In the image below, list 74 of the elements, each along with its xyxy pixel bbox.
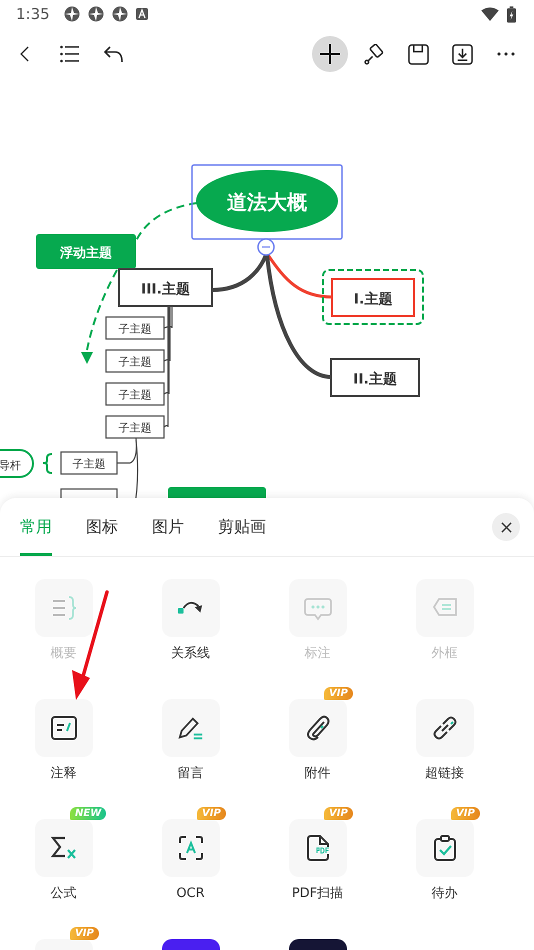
subtopic-node[interactable] — [105, 415, 165, 439]
notification-icon — [64, 6, 80, 22]
badge: VIP — [70, 927, 99, 940]
tool-tile[interactable] — [162, 579, 220, 637]
collapse-icon[interactable] — [257, 238, 275, 256]
tool-tile[interactable] — [288, 699, 346, 757]
tool-label: PDF扫描 — [292, 885, 344, 903]
download-icon — [452, 44, 472, 64]
tool-tile[interactable] — [162, 819, 220, 877]
notification-icon — [88, 6, 104, 22]
topic-label: II.主题 — [353, 372, 397, 388]
app-icon — [136, 8, 148, 20]
undo-icon — [103, 45, 125, 63]
tool-tile[interactable] — [416, 819, 474, 877]
tool-label: 留言 — [178, 765, 204, 783]
tool-tile[interactable] — [34, 819, 92, 877]
more-icon — [497, 52, 515, 56]
tool-tile[interactable] — [162, 699, 220, 757]
central-topic-label: 道法大概 — [227, 190, 307, 214]
subtopic-node[interactable] — [60, 451, 118, 475]
topic-node[interactable] — [118, 268, 213, 307]
subtopic-label: 子主题 — [118, 388, 152, 402]
tool-tile[interactable] — [416, 579, 474, 637]
subtopic-node[interactable] — [105, 382, 165, 406]
topic-node[interactable] — [330, 358, 420, 397]
tool-label: 外框 — [432, 645, 458, 663]
tool-tile[interactable] — [34, 579, 92, 637]
badge: VIP — [451, 807, 480, 820]
wifi-icon — [481, 7, 499, 21]
paint-roller-icon — [364, 44, 384, 64]
tool-label: 附件 — [304, 765, 330, 783]
central-topic[interactable] — [196, 170, 338, 232]
tool-label: 公式 — [50, 885, 76, 903]
subtopic-node[interactable] — [105, 316, 165, 340]
tab[interactable]: 图标 — [86, 498, 118, 556]
badge: VIP — [324, 807, 353, 820]
tab[interactable]: 剪贴画 — [218, 498, 266, 556]
subtopic-label: 子主题 — [118, 422, 152, 434]
topic-label: III.主题 — [141, 282, 190, 298]
subtopic-label: 子主题 — [118, 322, 152, 336]
notification-icon — [112, 6, 128, 22]
list-icon — [60, 45, 80, 63]
tab[interactable]: 图片 — [152, 498, 184, 556]
tool-label: 关系线 — [171, 645, 210, 663]
tool-label: 标注 — [304, 645, 330, 663]
label-node[interactable] — [0, 449, 34, 478]
tool-label: 超链接 — [425, 765, 464, 783]
link-icon — [430, 714, 458, 742]
tool-label: 待办 — [432, 885, 458, 903]
tool-tile[interactable] — [416, 699, 474, 757]
badge: NEW — [70, 807, 106, 820]
plus-icon — [319, 43, 341, 65]
tool-label: 概要 — [50, 645, 76, 663]
tool-tile[interactable] — [34, 699, 92, 757]
badge: VIP — [197, 807, 226, 820]
subtopic-label: 子主题 — [72, 458, 106, 470]
tool-tile[interactable] — [288, 819, 346, 877]
tool-tile[interactable] — [288, 579, 346, 637]
bracket-icon — [42, 453, 52, 474]
subtopic-label: 子主题 — [118, 356, 152, 368]
close-button[interactable] — [492, 513, 520, 541]
note-icon — [50, 714, 78, 742]
subtopic-node[interactable] — [105, 349, 165, 373]
close-icon — [500, 522, 512, 532]
tool-label: 注释 — [50, 765, 76, 783]
status-time: 1:35 — [16, 5, 50, 23]
scan-frame-icon — [176, 834, 204, 862]
tool-label: OCR — [176, 885, 205, 903]
topic-node[interactable] — [331, 278, 415, 317]
floating-topic-label: 浮动主题 — [60, 246, 112, 261]
topic-label: I.主题 — [354, 292, 392, 308]
add-button[interactable] — [312, 36, 348, 72]
battery-icon — [507, 6, 516, 22]
badge: VIP — [324, 687, 353, 700]
